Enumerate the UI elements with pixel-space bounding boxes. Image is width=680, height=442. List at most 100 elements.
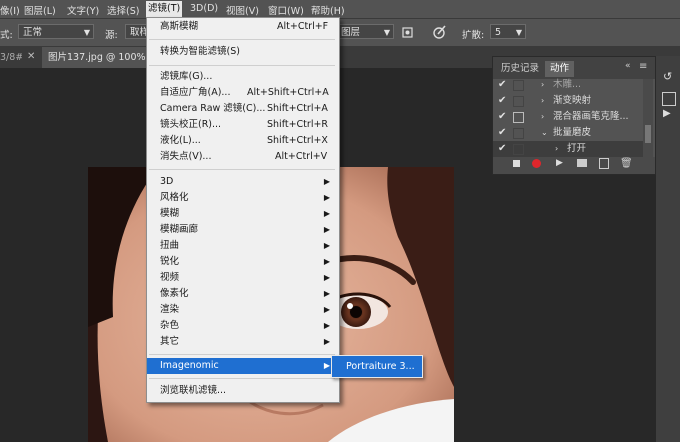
chevron-down-icon: ⌄	[541, 128, 548, 137]
menu-window[interactable]: 窗口(W)	[268, 3, 304, 17]
menu-item-label: 锐化	[160, 256, 180, 267]
stop-icon[interactable]	[513, 160, 520, 167]
chevron-right-icon: ▶	[323, 361, 330, 370]
menu-item-other[interactable]: 其它 ▶	[147, 334, 337, 350]
dialog-toggle[interactable]	[513, 144, 524, 155]
tab-actions[interactable]: 动作	[545, 61, 575, 77]
menu-item-shortcut: Alt+Shift+Ctrl+A	[247, 87, 329, 98]
actions-icon[interactable]	[662, 92, 676, 106]
action-row[interactable]: ✔ › 木雕...	[493, 77, 643, 93]
dialog-toggle[interactable]	[513, 128, 524, 139]
blend-value: 图层	[341, 27, 361, 38]
chevron-right-icon: ›	[541, 112, 545, 121]
menu-item-camera-raw[interactable]: Camera Raw 滤镜(C)... Shift+Ctrl+A	[147, 101, 337, 117]
play-icon[interactable]: ▶	[663, 108, 671, 119]
menu-item-label: 模糊	[160, 208, 180, 219]
close-icon[interactable]: ✕	[27, 51, 35, 62]
panel-menu-icon[interactable]: ≡	[639, 61, 647, 72]
menu-item-browse-online-filters[interactable]: 浏览联机滤镜...	[147, 383, 337, 399]
menu-item-convert-smart-filter[interactable]: 转换为智能滤镜(S)	[147, 44, 337, 60]
brush-pressure-icon[interactable]	[432, 23, 448, 41]
chevron-right-icon: ▶	[323, 289, 330, 298]
check-icon: ✔	[498, 79, 507, 90]
action-row[interactable]: ✔ ⌄ 批量磨皮	[493, 125, 643, 141]
action-row[interactable]: ✔ › 混合器画笔克隆...	[493, 109, 643, 125]
play-icon[interactable]: ▶	[556, 158, 563, 168]
menu-item-label: Imagenomic	[160, 360, 219, 371]
collapse-icon[interactable]: «	[625, 61, 631, 71]
menu-item-label: 自适应广角(A)...	[160, 87, 231, 98]
mode-select[interactable]: 正常 ▼	[18, 24, 94, 39]
menu-item-adaptive-wide-angle[interactable]: 自适应广角(A)... Alt+Shift+Ctrl+A	[147, 85, 337, 101]
chevron-right-icon: ▶	[323, 273, 330, 282]
menu-item-3d[interactable]: 3D ▶	[147, 174, 337, 190]
menu-item-imagenomic[interactable]: Imagenomic ▶	[147, 358, 337, 374]
tab-previous-document[interactable]: 3/8#)	[0, 47, 22, 68]
menu-view[interactable]: 视图(V)	[226, 3, 259, 17]
scrollbar-thumb[interactable]	[645, 125, 651, 143]
menu-item-lens-correction[interactable]: 镜头校正(R)... Shift+Ctrl+R	[147, 117, 337, 133]
menu-item-label: 3D	[160, 176, 174, 187]
trash-icon[interactable]: 🗑	[620, 158, 633, 169]
menu-item-label: 消失点(V)...	[160, 151, 212, 162]
tab-history[interactable]: 历史记录	[501, 61, 539, 77]
submenu-portraiture[interactable]: Portraiture 3...	[331, 355, 423, 378]
menu-select[interactable]: 选择(S)	[107, 3, 139, 17]
history-icon[interactable]: ↺	[663, 70, 672, 83]
menu-item-label: 风格化	[160, 192, 189, 203]
sample-layers-icon[interactable]	[401, 23, 415, 41]
menu-item-vanishing-point[interactable]: 消失点(V)... Alt+Ctrl+V	[147, 149, 337, 165]
check-icon: ✔	[498, 95, 507, 106]
tab-current-document[interactable]: 图片137.jpg @ 100%(R	[42, 47, 152, 68]
submenu-item-label: Portraiture 3...	[346, 361, 415, 372]
record-icon[interactable]	[532, 159, 541, 168]
menu-item-stylize[interactable]: 风格化 ▶	[147, 190, 337, 206]
action-row-selected[interactable]: ✔ › 打开	[493, 141, 643, 157]
check-icon: ✔	[498, 111, 507, 122]
action-name: 混合器画笔克隆...	[553, 111, 629, 122]
new-action-icon[interactable]	[599, 158, 609, 169]
menu-item-blur[interactable]: 模糊 ▶	[147, 206, 337, 222]
menu-item-distort[interactable]: 扭曲 ▶	[147, 238, 337, 254]
menu-item-gaussian-blur[interactable]: 高斯模糊 Alt+Ctrl+F	[147, 19, 337, 35]
blend-select[interactable]: 图层 ▼	[336, 24, 394, 39]
menu-filter[interactable]: 滤镜(T)	[146, 1, 183, 17]
diffusion-select[interactable]: 5 ▼	[490, 24, 526, 39]
menu-item-sharpen[interactable]: 锐化 ▶	[147, 254, 337, 270]
menu-item-filter-gallery[interactable]: 滤镜库(G)...	[147, 69, 337, 85]
chevron-right-icon: ▶	[323, 209, 330, 218]
filter-menu: 高斯模糊 Alt+Ctrl+F 转换为智能滤镜(S) 滤镜库(G)... 自适应…	[146, 17, 340, 403]
chevron-right-icon: ▶	[323, 241, 330, 250]
chevron-right-icon: ›	[555, 144, 559, 153]
source-label: 源:	[105, 30, 118, 41]
menu-image[interactable]: 像(I)	[0, 3, 20, 17]
menu-divider	[149, 65, 335, 66]
menu-item-render[interactable]: 渲染 ▶	[147, 302, 337, 318]
menu-item-liquify[interactable]: 液化(L)... Shift+Ctrl+X	[147, 133, 337, 149]
menu-item-video[interactable]: 视频 ▶	[147, 270, 337, 286]
menu-layer[interactable]: 图层(L)	[24, 3, 56, 17]
menu-item-noise[interactable]: 杂色 ▶	[147, 318, 337, 334]
dialog-toggle[interactable]	[513, 80, 524, 91]
menu-3d[interactable]: 3D(D)	[190, 3, 218, 14]
menu-help[interactable]: 帮助(H)	[311, 3, 345, 17]
action-name: 打开	[567, 143, 587, 154]
dialog-toggle[interactable]	[513, 96, 524, 107]
menu-item-label: 镜头校正(R)...	[160, 119, 222, 130]
menu-item-label: 扭曲	[160, 240, 180, 251]
action-row[interactable]: ✔ › 渐变映射	[493, 93, 643, 109]
menu-type[interactable]: 文字(Y)	[67, 3, 99, 17]
menu-item-label: 视频	[160, 272, 180, 283]
menu-divider	[149, 378, 335, 379]
chevron-down-icon: ▼	[515, 28, 522, 37]
menu-divider	[149, 354, 335, 355]
scrollbar[interactable]	[643, 79, 653, 159]
folder-icon[interactable]	[577, 159, 587, 167]
menu-item-pixelate[interactable]: 像素化 ▶	[147, 286, 337, 302]
dialog-icon[interactable]	[513, 112, 524, 123]
menu-item-blur-gallery[interactable]: 模糊画廊 ▶	[147, 222, 337, 238]
menu-item-label: 液化(L)...	[160, 135, 201, 146]
actions-panel: 历史记录 动作 « ≡ ✔ › 木雕... ✔ › 渐变映射 ✔ › 混合器画笔…	[492, 56, 656, 175]
diffusion-value: 5	[495, 27, 502, 38]
menu-divider	[149, 169, 335, 170]
